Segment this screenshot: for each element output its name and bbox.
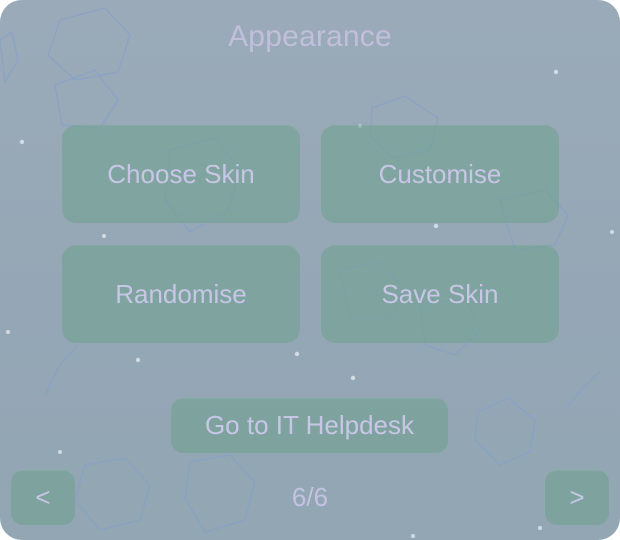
chevron-left-icon: < — [35, 482, 51, 512]
customise-button[interactable]: Customise — [321, 125, 559, 223]
bg-dot — [610, 230, 614, 234]
bg-polygon — [184, 454, 256, 533]
randomise-button[interactable]: Randomise — [62, 245, 300, 343]
bg-dot — [19, 139, 25, 145]
bg-dot — [6, 330, 10, 334]
page-indicator: 6/6 — [291, 482, 329, 512]
bg-polygon — [54, 69, 119, 129]
dialog-title: Appearance — [228, 20, 392, 53]
bg-polygon — [74, 457, 151, 531]
choose-skin-label: Choose Skin — [107, 158, 255, 189]
bg-dot — [411, 534, 415, 538]
chevron-right-icon: > — [569, 482, 585, 512]
bg-line — [564, 371, 601, 411]
bg-dot — [102, 234, 106, 238]
bg-dot — [135, 357, 141, 363]
bg-line — [44, 344, 79, 396]
save-skin-button[interactable]: Save Skin — [321, 245, 559, 343]
bg-dot — [294, 351, 300, 357]
bg-dot — [433, 223, 439, 229]
appearance-panel: Appearance Choose Skin Customise Randomi… — [0, 0, 620, 540]
next-page-button[interactable]: > — [545, 470, 609, 525]
helpdesk-label: Go to IT Helpdesk — [204, 410, 415, 440]
randomise-label: Randomise — [115, 278, 247, 309]
save-skin-label: Save Skin — [381, 278, 499, 309]
previous-page-button[interactable]: < — [11, 470, 75, 525]
bg-polygon — [474, 397, 536, 466]
go-to-helpdesk-button[interactable]: Go to IT Helpdesk — [171, 398, 448, 453]
bg-dot — [350, 375, 356, 381]
choose-skin-button[interactable]: Choose Skin — [62, 125, 300, 223]
customise-label: Customise — [378, 158, 502, 189]
bg-dot — [538, 526, 542, 530]
bg-dot — [553, 69, 559, 75]
bg-dot — [58, 450, 62, 454]
